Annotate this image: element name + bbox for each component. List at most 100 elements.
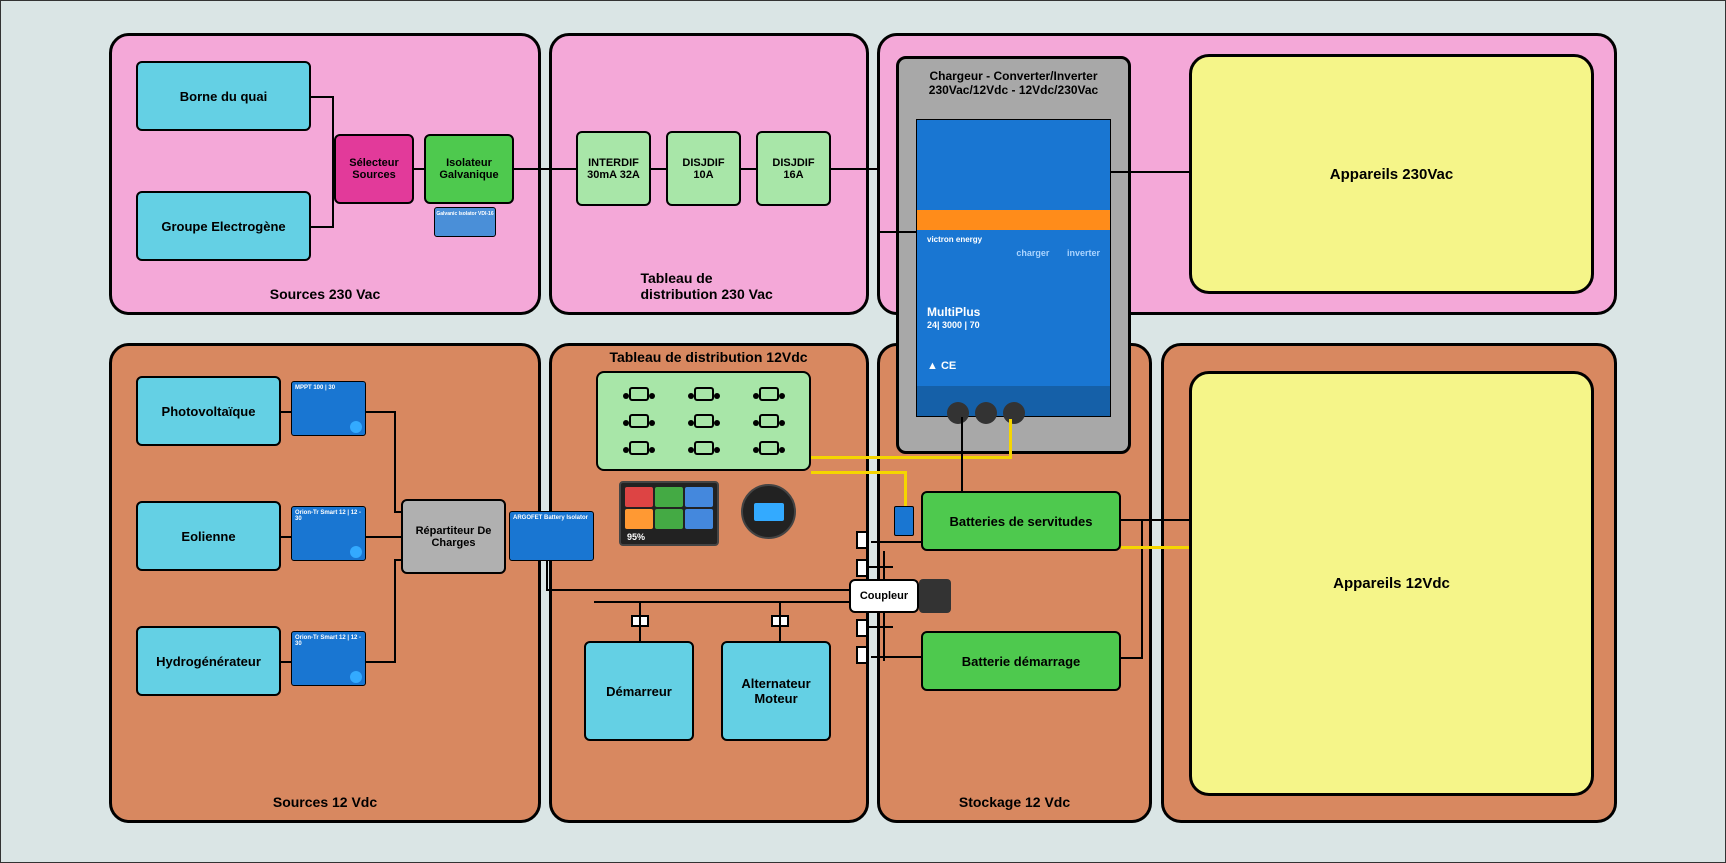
multiplus-spec: 24| 3000 | 70	[927, 320, 980, 330]
label-batteries-servitudes: Batteries de servitudes	[949, 514, 1092, 529]
disp-tile-4	[625, 509, 653, 529]
wire	[281, 536, 291, 538]
wire	[281, 411, 291, 413]
wire	[594, 601, 849, 603]
disp-tile-2	[655, 487, 683, 507]
box-selecteur-sources: Sélecteur Sources	[334, 134, 414, 204]
wire	[1141, 519, 1143, 659]
box-borne-quai: Borne du quai	[136, 61, 311, 131]
label-groupe-electro: Groupe Electrogène	[161, 219, 285, 234]
wire-data	[904, 471, 907, 506]
diagram-canvas: Sources 230 Vac Tableau de distribution …	[0, 0, 1726, 863]
charger-title-line1: Chargeur - Converter/Inverter	[929, 69, 1097, 83]
wire	[394, 411, 396, 511]
zone-label-stockage-12: Stockage 12 Vdc	[949, 790, 1080, 814]
device-mppt: MPPT 100 | 30	[291, 381, 366, 436]
wire	[332, 168, 334, 228]
device-orion-2: Orion-Tr Smart 12 | 12 - 30	[291, 631, 366, 686]
wire	[779, 601, 781, 641]
label-photovoltaique: Photovoltaïque	[162, 404, 256, 419]
switch-9	[740, 438, 797, 457]
box-demarreur: Démarreur	[584, 641, 694, 741]
wire	[1121, 657, 1143, 659]
switch-panel	[596, 371, 811, 471]
zone-label-tableau-230: Tableau de distribution 230 Vac	[631, 266, 788, 306]
wire	[877, 168, 879, 233]
box-photovoltaique: Photovoltaïque	[136, 376, 281, 446]
wire	[883, 551, 885, 579]
multiplus-brand: victron energy	[927, 235, 982, 244]
wire	[639, 601, 641, 641]
switch-6	[740, 412, 797, 431]
wire-data	[811, 471, 906, 474]
wire	[1111, 171, 1189, 173]
wire	[311, 226, 334, 228]
gauge-reading	[754, 503, 784, 521]
device-multiplus: victron energy charger inverter MultiPlu…	[916, 119, 1111, 417]
display-panel: 95%	[619, 481, 719, 546]
bluetooth-icon	[350, 546, 362, 558]
wire	[961, 417, 963, 491]
wire	[868, 566, 893, 568]
disp-tile-5	[655, 509, 683, 529]
box-batteries-servitudes: Batteries de servitudes	[921, 491, 1121, 551]
bluetooth-icon	[350, 421, 362, 433]
wire	[366, 536, 401, 538]
wire	[1121, 519, 1189, 521]
wire	[871, 656, 921, 658]
label-hydrogenerateur: Hydrogénérateur	[156, 654, 261, 669]
box-interdif: INTERDIF 30mA 32A	[576, 131, 651, 206]
wire-data	[1121, 546, 1189, 549]
label-eolienne: Eolienne	[181, 529, 235, 544]
wire	[394, 559, 401, 561]
bluetooth-icon	[350, 671, 362, 683]
device-smartshunt	[894, 506, 914, 536]
switch-4	[610, 412, 667, 431]
wire	[366, 661, 396, 663]
wire	[394, 511, 401, 513]
fuse-icon	[856, 619, 868, 637]
device-argofet: ARGOFET Battery Isolator	[509, 511, 594, 561]
wire	[514, 168, 576, 170]
switch-1	[610, 385, 667, 404]
wire	[546, 589, 596, 591]
label-coupleur: Coupleur	[860, 590, 908, 602]
label-borne-quai: Borne du quai	[180, 89, 267, 104]
box-disjdif-16a: DISJDIF 16A	[756, 131, 831, 206]
switch-3	[740, 385, 797, 404]
disp-tile-3	[685, 487, 713, 507]
connector-1	[947, 402, 969, 424]
box-hydrogenerateur: Hydrogénérateur	[136, 626, 281, 696]
switch-2	[675, 385, 732, 404]
charger-title-line2: 230Vac/12Vdc - 12Vdc/230Vac	[929, 83, 1098, 97]
zone-label-sources-230: Sources 230 Vac	[260, 282, 391, 306]
fuse-icon	[856, 559, 868, 577]
wire	[871, 541, 921, 543]
gauge-bmv	[741, 484, 796, 539]
box-alternateur: Alternateur Moteur	[721, 641, 831, 741]
wire	[594, 589, 849, 591]
connector-2	[975, 402, 997, 424]
wire	[831, 168, 879, 170]
switch-7	[610, 438, 667, 457]
fuse-icon	[856, 531, 868, 549]
box-eolienne: Eolienne	[136, 501, 281, 571]
switch-8	[675, 438, 732, 457]
label-appareils-12: Appareils 12Vdc	[1333, 575, 1450, 592]
box-disjdif-10a: DISJDIF 10A	[666, 131, 741, 206]
wire	[394, 559, 396, 663]
switch-5	[675, 412, 732, 431]
box-isolateur-galvanique: Isolateur Galvanique	[424, 134, 514, 204]
wire	[281, 661, 291, 663]
box-groupe-electrogene: Groupe Electrogène	[136, 191, 311, 261]
fuse-icon	[856, 646, 868, 664]
device-orion-1: Orion-Tr Smart 12 | 12 - 30	[291, 506, 366, 561]
multiplus-model: MultiPlus	[927, 305, 980, 319]
wire-data	[1009, 419, 1012, 459]
charger-title: Chargeur - Converter/Inverter 230Vac/12V…	[899, 69, 1128, 97]
label-tableau-12vdc: Tableau de distribution 12Vdc	[561, 349, 856, 365]
wire	[877, 231, 916, 233]
disp-tile-6	[685, 509, 713, 529]
label-alternateur: Alternateur Moteur	[727, 676, 825, 706]
wire	[414, 168, 424, 170]
